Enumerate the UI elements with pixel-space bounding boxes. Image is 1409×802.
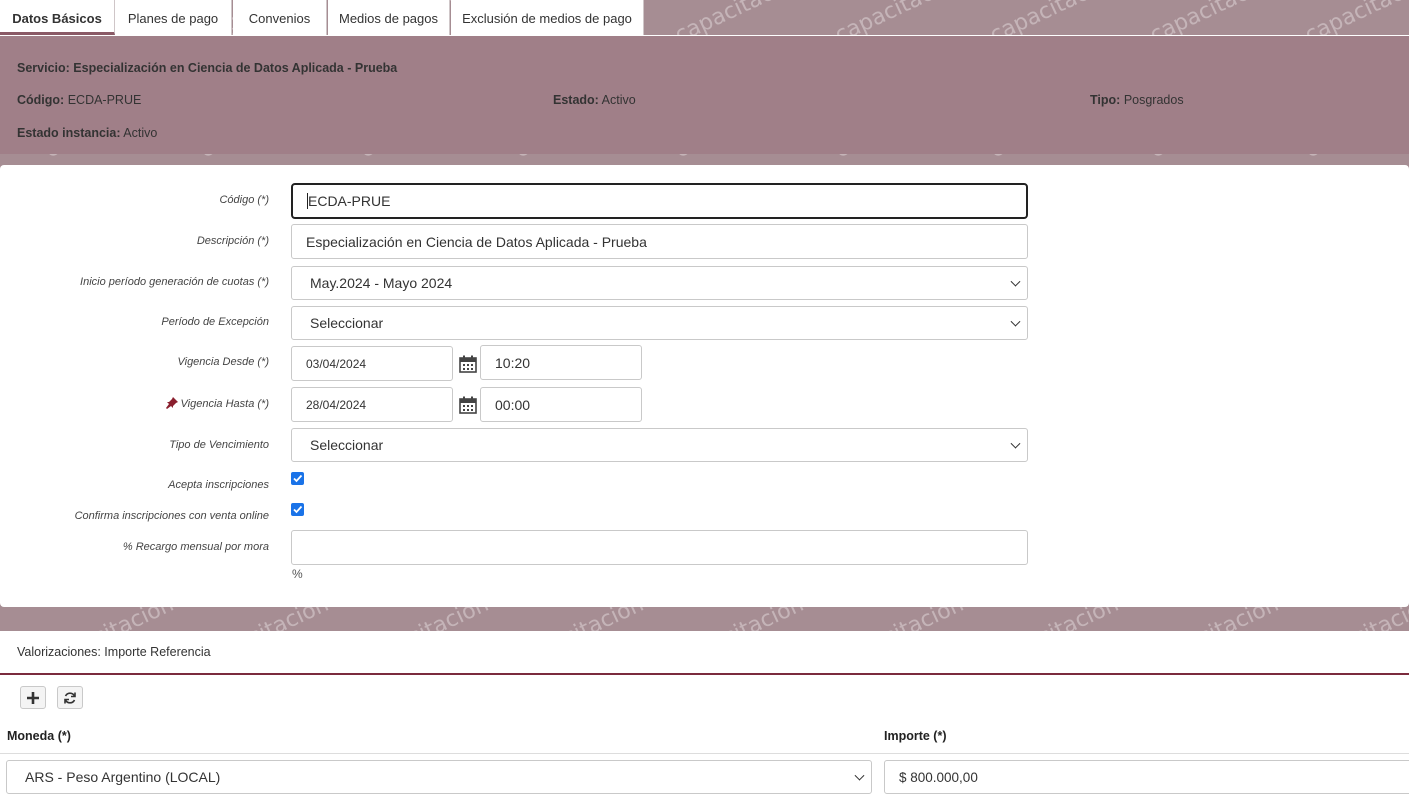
periodo-excepcion-value: Seleccionar <box>310 315 384 331</box>
estado-line: Estado: Activo <box>553 93 636 107</box>
tab-convenios[interactable]: Convenios <box>233 0 327 35</box>
estado-instancia-line: Estado instancia: Activo <box>17 126 157 140</box>
estado-instancia-label: Estado instancia: <box>17 126 121 140</box>
tipo-vencimiento-label: Tipo de Vencimiento <box>169 439 269 451</box>
inicio-periodo-select[interactable]: May.2024 - Mayo 2024 <box>291 266 1028 300</box>
datos-basicos-form: Código (*) ECDA-PRUE Descripción (*) Esp… <box>0 165 1409 607</box>
descripcion-input-value: Especialización en Ciencia de Datos Apli… <box>306 233 647 250</box>
tab-medios-de-pagos[interactable]: Medios de pagos <box>328 0 450 35</box>
valorizaciones-panel: Valorizaciones: Importe Referencia Moned… <box>0 631 1409 802</box>
vigencia-hasta-time[interactable]: 00:00 <box>480 387 642 422</box>
confirma-inscripciones-checkbox[interactable] <box>291 503 304 516</box>
descripcion-input[interactable]: Especialización en Ciencia de Datos Apli… <box>291 224 1028 259</box>
calendar-icon[interactable] <box>459 396 477 414</box>
vigencia-hasta-time-value: 00:00 <box>495 396 531 413</box>
vigencia-hasta-label: Vigencia Hasta (*) <box>180 398 269 410</box>
col-importe: Importe (*) <box>884 729 947 743</box>
periodo-excepcion-select[interactable]: Seleccionar <box>291 306 1028 340</box>
vigencia-desde-label: Vigencia Desde (*) <box>177 356 269 368</box>
tipo-vencimiento-value: Seleccionar <box>310 437 384 453</box>
servicio-value: Especialización en Ciencia de Datos Apli… <box>73 61 398 75</box>
confirma-inscripciones-label: Confirma inscripciones con venta online <box>74 510 269 522</box>
valorizaciones-header: Valorizaciones: Importe Referencia <box>0 631 1409 675</box>
refresh-button[interactable] <box>57 686 83 709</box>
inicio-periodo-label: Inicio período generación de cuotas (*) <box>80 276 269 288</box>
codigo-info-label: Código: <box>17 93 65 107</box>
codigo-input-value: ECDA-PRUE <box>307 193 391 209</box>
tipo-info-value: Posgrados <box>1123 93 1184 107</box>
importe-input[interactable]: $ 800.000,00 <box>884 760 1409 794</box>
vigencia-desde-time[interactable]: 10:20 <box>480 345 642 380</box>
importe-value: $ 800.000,00 <box>899 769 978 785</box>
descripcion-label: Descripción (*) <box>196 235 269 247</box>
codigo-input[interactable]: ECDA-PRUE <box>291 183 1028 219</box>
inicio-periodo-value: May.2024 - Mayo 2024 <box>310 275 453 291</box>
recargo-unit: % <box>292 567 303 581</box>
valorizaciones-title: Valorizaciones: Importe Referencia <box>17 645 211 659</box>
recargo-mora-input[interactable] <box>291 530 1028 565</box>
refresh-icon <box>64 691 76 704</box>
vigencia-desde-time-value: 10:20 <box>495 354 531 371</box>
service-info-band: Servicio: Especialización en Ciencia de … <box>0 36 1409 154</box>
plus-icon <box>27 691 39 704</box>
tab-exclusion-medios-de-pago[interactable]: Exclusión de medios de pago <box>451 0 644 35</box>
estado-info-label: Estado: <box>553 93 599 107</box>
tab-bar: Datos Básicos Planes de pago Convenios M… <box>0 0 1409 36</box>
codigo-line: Código: ECDA-PRUE <box>17 93 141 107</box>
servicio-line: Servicio: Especialización en Ciencia de … <box>17 61 397 75</box>
vigencia-hasta-date-value: 28/04/2024 <box>306 397 367 412</box>
vigencia-desde-date-value: 03/04/2024 <box>306 356 367 371</box>
vigencia-desde-date[interactable]: 03/04/2024 <box>291 346 453 381</box>
acepta-inscripciones-label: Acepta inscripciones <box>168 479 269 491</box>
tab-datos-basicos[interactable]: Datos Básicos <box>0 0 115 35</box>
pin-icon <box>166 397 178 409</box>
col-moneda: Moneda (*) <box>7 729 71 743</box>
calendar-icon[interactable] <box>459 355 477 373</box>
vigencia-hasta-date[interactable]: 28/04/2024 <box>291 387 453 422</box>
codigo-info-value: ECDA-PRUE <box>67 93 142 107</box>
moneda-select[interactable]: ARS - Peso Argentino (LOCAL) <box>6 760 872 794</box>
tipo-line: Tipo: Posgrados <box>1090 93 1184 107</box>
valorizaciones-table-header: Moneda (*) Importe (*) <box>0 721 1409 754</box>
servicio-label: Servicio: <box>17 61 70 75</box>
acepta-inscripciones-checkbox[interactable] <box>291 472 304 485</box>
estado-info-value: Activo <box>601 93 636 107</box>
tipo-info-label: Tipo: <box>1090 93 1121 107</box>
codigo-label: Código (*) <box>219 194 269 206</box>
estado-instancia-value: Activo <box>123 126 158 140</box>
tipo-vencimiento-select[interactable]: Seleccionar <box>291 428 1028 462</box>
recargo-mora-label: % Recargo mensual por mora <box>122 541 269 553</box>
add-button[interactable] <box>20 686 46 709</box>
tab-planes-de-pago[interactable]: Planes de pago <box>115 0 232 35</box>
periodo-excepcion-label: Período de Excepción <box>161 316 269 328</box>
moneda-value: ARS - Peso Argentino (LOCAL) <box>25 769 221 785</box>
